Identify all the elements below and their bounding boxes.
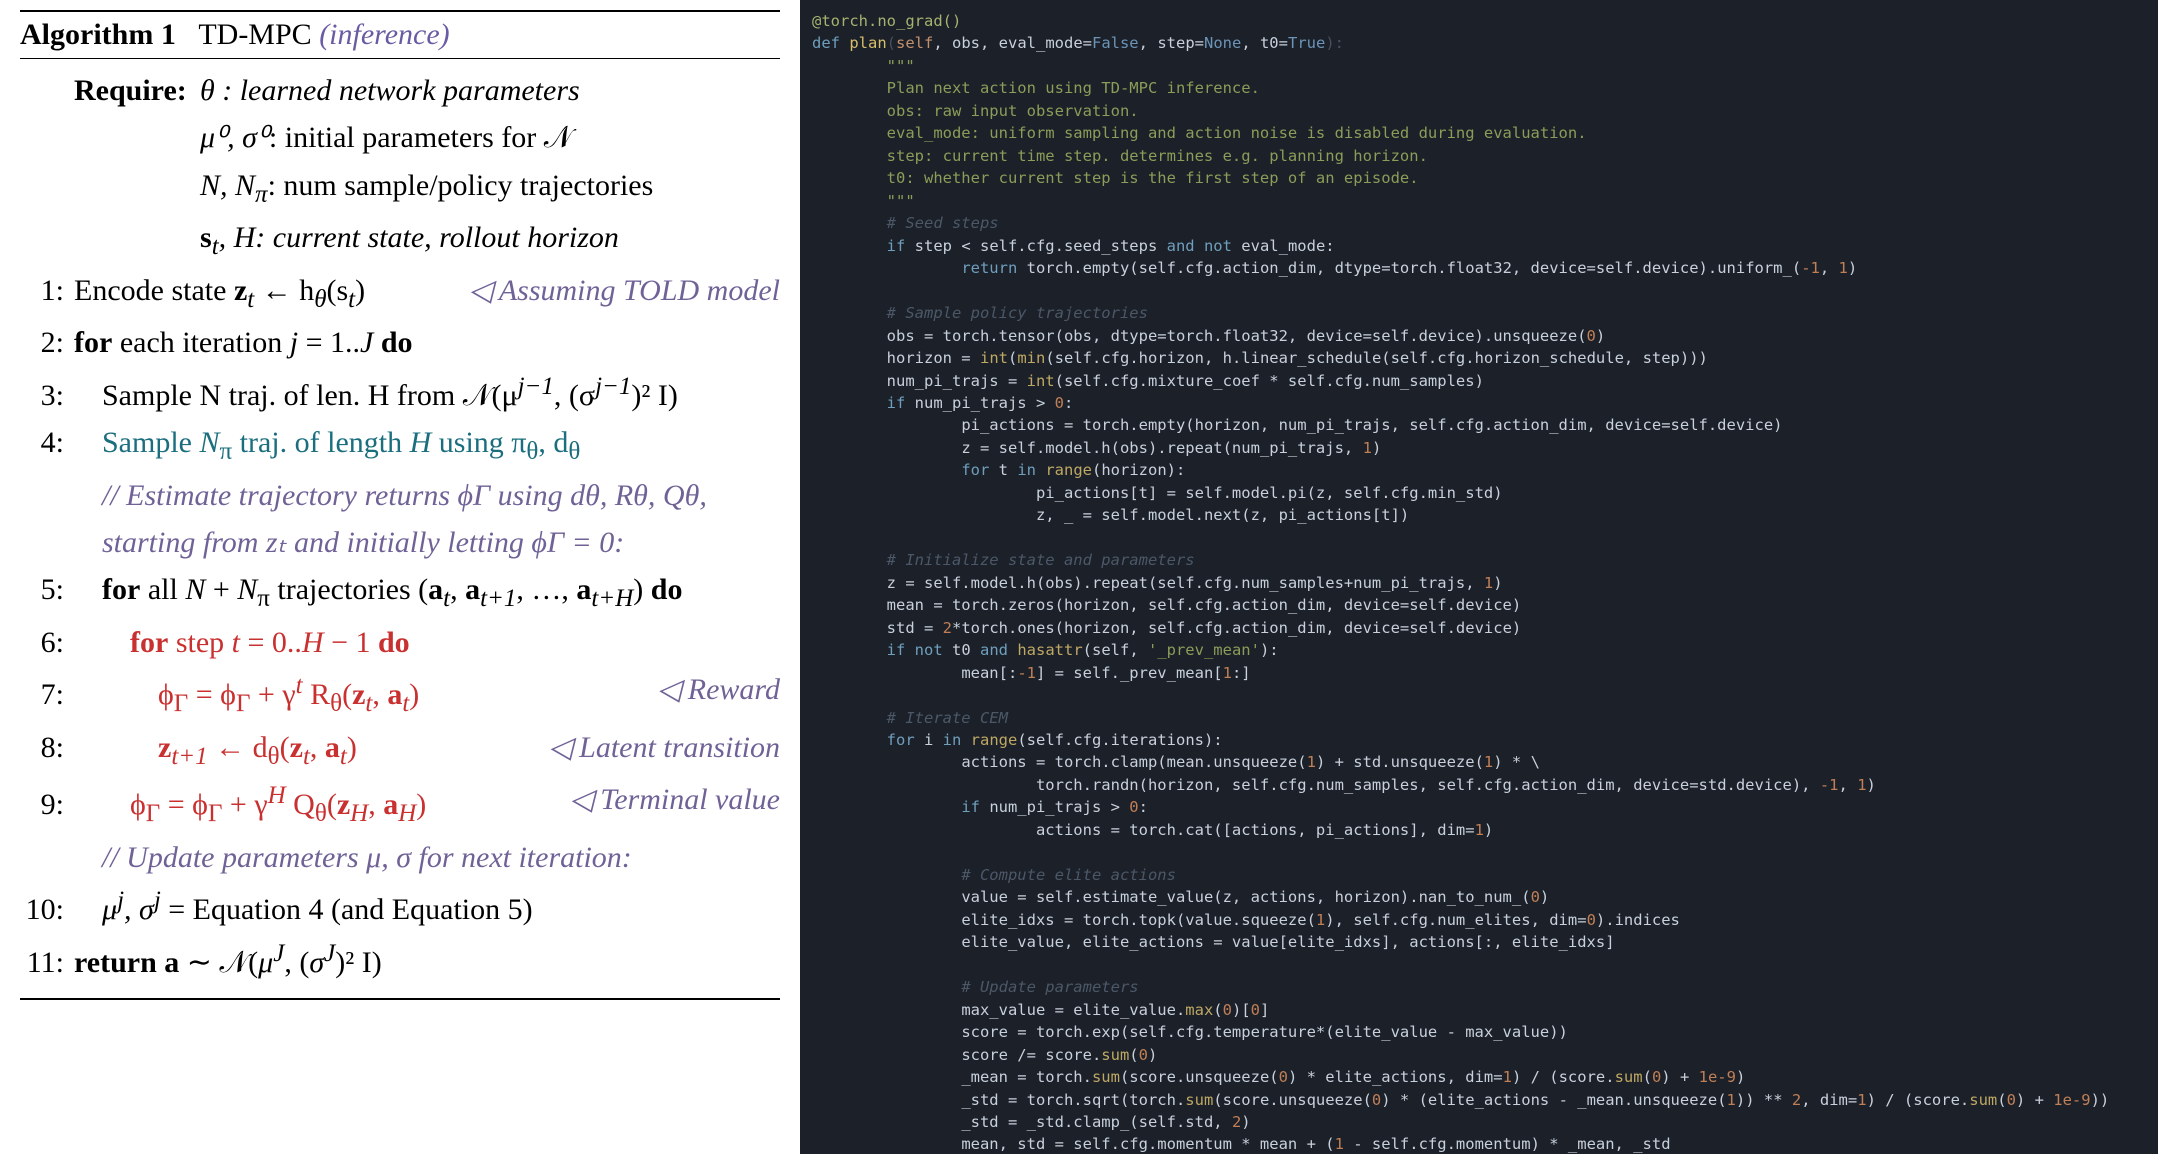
require-line-4: st, H: current state, rollout horizon bbox=[20, 214, 780, 267]
algo-line-6: 6: for step t = 0..H − 1 do bbox=[20, 619, 780, 666]
algo-line-4: 4: Sample Nπ traj. of length H using πθ,… bbox=[20, 419, 780, 472]
algo-line-3: 3: Sample N traj. of len. H from 𝒩(μj−1,… bbox=[20, 367, 780, 419]
algorithm-header: Algorithm 1 TD-MPC (inference) bbox=[20, 10, 780, 59]
algo-line-5: 5: for all N + Nπ trajectories (at, at+1… bbox=[20, 566, 780, 619]
algo-note: (inference) bbox=[319, 18, 449, 51]
algo-line-8: 8: zt+1 ← dθ(zt, at) ◁ Latent transition bbox=[20, 724, 780, 777]
algo-line-9c: // Update parameters μ, σ for next itera… bbox=[20, 834, 780, 881]
code-panel: @torch.no_grad() def plan(self, obs, eva… bbox=[800, 0, 2158, 1154]
algo-line-11: 11: return a ∼ 𝒩(μJ, (σJ)² I) bbox=[20, 934, 780, 986]
algo-line-9: 9: ϕΓ = ϕΓ + γH Qθ(zH, aH) ◁ Terminal va… bbox=[20, 776, 780, 834]
decorator: @torch.no_grad() bbox=[812, 12, 961, 30]
algo-line-1: 1: Encode state zt ← hθ(st) ◁ Assuming T… bbox=[20, 267, 780, 320]
algo-line-10: 10: μj, σj = Equation 4 (and Equation 5) bbox=[20, 881, 780, 933]
algo-line-2: 2: for each iteration j = 1..J do bbox=[20, 319, 780, 366]
algorithm-body: Require:θ : learned network parameters μ… bbox=[20, 59, 780, 1000]
algo-number: Algorithm 1 bbox=[20, 18, 176, 51]
require-line-3: N, Nπ: num sample/policy trajectories bbox=[20, 162, 780, 215]
algorithm-panel: Algorithm 1 TD-MPC (inference) Require:θ… bbox=[0, 0, 800, 1154]
algo-line-4c1: // Estimate trajectory returns ϕΓ using … bbox=[20, 472, 780, 519]
algo-title: TD-MPC bbox=[198, 18, 311, 51]
require-line-1: Require:θ : learned network parameters bbox=[20, 67, 780, 114]
algo-line-7: 7: ϕΓ = ϕΓ + γt Rθ(zt, at) ◁ Reward bbox=[20, 666, 780, 724]
require-line-2: μ⁰, σ⁰: initial parameters for 𝒩 bbox=[20, 114, 780, 161]
algo-line-4c2: starting from zₜ and initially letting ϕ… bbox=[20, 519, 780, 566]
